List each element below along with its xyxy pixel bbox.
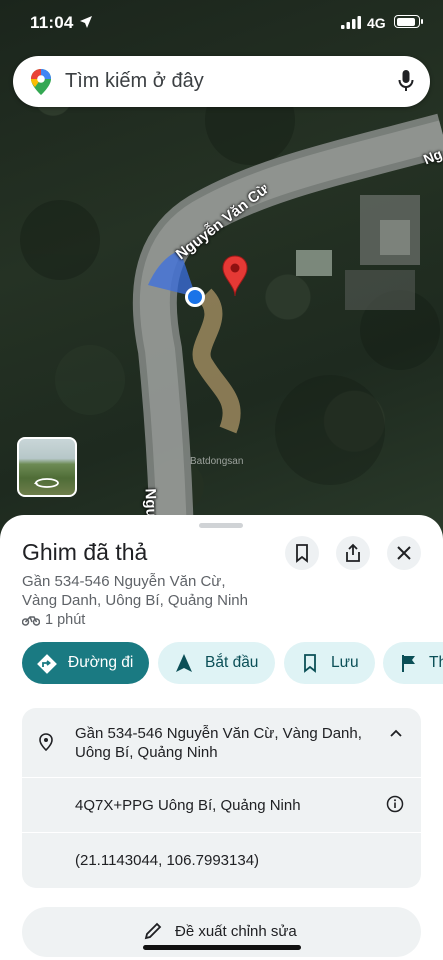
watermark: Batdongsan (190, 456, 244, 467)
pencil-icon (144, 922, 162, 940)
dropped-pin-icon[interactable] (221, 254, 249, 298)
battery-level (396, 17, 415, 26)
microphone-icon[interactable] (398, 69, 414, 93)
location-arrow-icon (80, 16, 92, 28)
travel-time-text: 1 phút (45, 612, 86, 628)
plus-code: 4Q7X+PPG Uông Bí, Quảng Ninh (75, 797, 301, 814)
chip-label: Th (429, 654, 443, 671)
chevron-up-icon[interactable] (389, 728, 403, 738)
directions-icon (37, 654, 57, 674)
signal-icon (341, 16, 361, 29)
address-row[interactable]: Gần 534-546 Nguyễn Văn Cừ, Vàng Danh, Uô… (22, 708, 421, 777)
rotate-360-icon (34, 478, 59, 488)
location-pin-icon (39, 733, 53, 751)
network-type: 4G (367, 15, 386, 31)
info-icon[interactable] (386, 795, 404, 813)
start-button[interactable]: Bắt đầu (158, 642, 275, 684)
share-button[interactable] (336, 536, 370, 570)
address-line: Gần 534-546 Nguyễn Văn Cừ, (22, 573, 226, 590)
plus-code-row[interactable]: 4Q7X+PPG Uông Bí, Quảng Ninh (22, 777, 421, 833)
address-detail: Gần 534-546 Nguyễn Văn Cừ, Vàng Danh, Uô… (75, 724, 362, 762)
travel-time: 1 phút (21, 612, 86, 628)
current-location-dot (185, 287, 205, 307)
motorbike-icon (21, 616, 41, 626)
action-chips: Đường đi Bắt đầu Lưu Th (22, 642, 443, 686)
flag-button[interactable]: Th (383, 642, 443, 684)
sheet-grabber[interactable] (199, 523, 243, 528)
place-details-card: Gần 534-546 Nguyễn Văn Cừ, Vàng Danh, Uô… (22, 708, 421, 888)
save-header-button[interactable] (285, 536, 319, 570)
chip-label: Lưu (331, 654, 359, 671)
place-title: Ghim đã thả (22, 539, 148, 565)
place-address: Gần 534-546 Nguyễn Văn Cừ, Vàng Danh, Uô… (22, 572, 322, 610)
chip-label: Đường đi (68, 654, 134, 671)
close-button[interactable] (387, 536, 421, 570)
coordinates-row[interactable]: (21.1143044, 106.7993134) (22, 832, 421, 888)
suggest-edit-label: Đề xuất chỉnh sửa (175, 923, 297, 940)
place-bottom-sheet: Ghim đã thả Gần 534-546 Nguyễn Văn Cừ, V… (0, 515, 443, 960)
home-indicator (143, 945, 301, 950)
bookmark-icon (296, 544, 308, 563)
chip-label: Bắt đầu (205, 654, 259, 671)
share-icon (346, 543, 360, 562)
search-bar[interactable]: Tìm kiếm ở đây (13, 56, 430, 107)
coordinates: (21.1143044, 106.7993134) (75, 852, 260, 869)
search-input[interactable]: Tìm kiếm ở đây (65, 70, 204, 93)
navigation-arrow-icon (176, 654, 192, 672)
save-button[interactable]: Lưu (284, 642, 375, 684)
street-view-thumbnail[interactable] (17, 437, 77, 497)
maps-logo-icon (31, 69, 51, 95)
bookmark-icon (304, 654, 316, 673)
directions-button[interactable]: Đường đi (22, 642, 149, 684)
address-line: Gần 534-546 Nguyễn Văn Cừ, Vàng Danh, (75, 725, 362, 742)
address-line: Uông Bí, Quảng Ninh (75, 744, 218, 761)
battery-icon (394, 15, 423, 28)
clock: 11:04 (30, 13, 74, 32)
address-line: Vàng Danh, Uông Bí, Quảng Ninh (22, 592, 248, 609)
status-bar: 11:04 4G (0, 0, 443, 48)
flag-icon (402, 655, 415, 672)
close-icon (397, 546, 411, 560)
